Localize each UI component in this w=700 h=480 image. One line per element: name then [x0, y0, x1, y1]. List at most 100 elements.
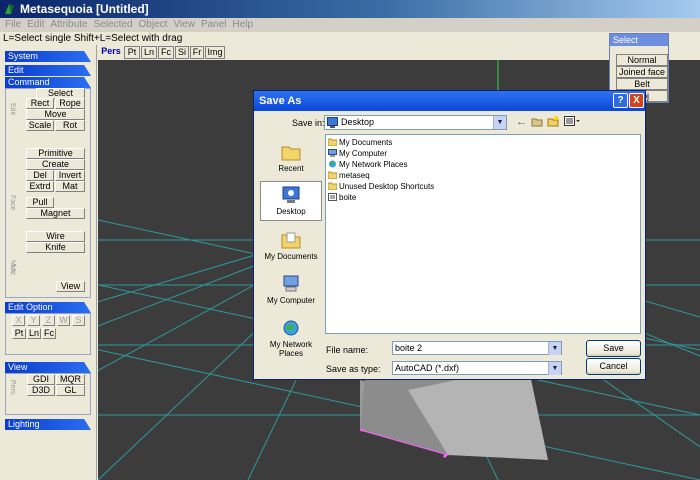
gl-button[interactable]: GL — [56, 385, 85, 396]
list-item[interactable]: My Network Places — [328, 159, 407, 170]
select-normal-button[interactable]: Normal — [616, 54, 668, 66]
hint-bar: L=Select single Shift+L=Select with drag — [0, 32, 700, 45]
del-button[interactable]: Del — [26, 170, 54, 181]
menu-file[interactable]: File — [2, 18, 24, 31]
section-edit-option[interactable]: Edit Option — [5, 302, 91, 313]
rot-button[interactable]: Rot — [55, 120, 85, 131]
tab-si[interactable]: Si — [175, 46, 189, 59]
knife-button[interactable]: Knife — [26, 242, 85, 253]
create-button[interactable]: Create — [26, 159, 85, 170]
window-title: Metasequoia [Untitled] — [20, 2, 149, 16]
ln-toggle[interactable]: Ln — [27, 328, 41, 339]
menu-attribute[interactable]: Attribute — [47, 18, 90, 31]
tab-ln[interactable]: Ln — [141, 46, 157, 59]
section-command[interactable]: Command — [5, 77, 91, 88]
fc-toggle[interactable]: Fc — [42, 328, 56, 339]
axis-z-toggle[interactable]: Z — [42, 315, 55, 326]
menu-panel[interactable]: Panel — [198, 18, 230, 31]
save-in-label: Save in: — [292, 118, 325, 128]
tab-pers[interactable]: Pers — [100, 46, 122, 59]
rect-button[interactable]: Rect — [26, 98, 54, 109]
file-name-field[interactable]: boite 2 ▼ — [392, 341, 562, 355]
place-desktop[interactable]: Desktop — [260, 181, 322, 221]
tab-img[interactable]: Img — [205, 46, 225, 59]
mat-button[interactable]: Mat — [55, 181, 85, 192]
menu-view[interactable]: View — [170, 18, 198, 31]
section-lighting[interactable]: Lighting — [5, 419, 91, 430]
menu-edit[interactable]: Edit — [24, 18, 47, 31]
screen-s-toggle[interactable]: S — [72, 315, 85, 326]
scale-button[interactable]: Scale — [26, 120, 54, 131]
place-my-network-places[interactable]: My Network Places — [260, 315, 322, 358]
mqr-button[interactable]: MQR — [56, 374, 85, 385]
tab-fc[interactable]: Fc — [158, 46, 174, 59]
place-recent[interactable]: Recent — [260, 139, 322, 173]
gdi-button[interactable]: GDI — [27, 374, 55, 385]
extrd-button[interactable]: Extrd — [26, 181, 54, 192]
section-system[interactable]: System — [5, 51, 91, 62]
tab-fr[interactable]: Fr — [190, 46, 204, 59]
save-button[interactable]: Save — [586, 340, 641, 357]
place-my-computer-label: My Computer — [266, 296, 315, 305]
menu-object[interactable]: Object — [136, 18, 171, 31]
menu-selected[interactable]: Selected — [91, 18, 136, 31]
up-folder-icon[interactable] — [531, 116, 543, 127]
list-item[interactable]: Unused Desktop Shortcuts — [328, 181, 434, 192]
dialog-title-bar: Save As ? X — [254, 91, 645, 111]
invert-button[interactable]: Invert — [55, 170, 85, 181]
file-list[interactable]: My Documents My Computer My Network Plac… — [325, 134, 641, 334]
list-item[interactable]: boite — [328, 192, 356, 203]
file-name-label: File name: — [326, 345, 369, 355]
place-desktop-label: Desktop — [276, 207, 306, 216]
folder-icon — [328, 171, 337, 179]
move-button[interactable]: Move — [26, 109, 85, 120]
select-palette-title: Select — [610, 34, 668, 46]
select-joined-face-button[interactable]: Joined face — [616, 66, 668, 78]
list-item[interactable]: My Computer — [328, 148, 387, 159]
section-view[interactable]: View — [5, 362, 91, 373]
menu-help[interactable]: Help — [230, 18, 257, 31]
primitive-button[interactable]: Primitive — [26, 148, 85, 159]
label-pers-group: Pers. — [9, 380, 16, 397]
close-button[interactable]: X — [629, 93, 644, 108]
wire-button[interactable]: Wire — [26, 231, 85, 242]
documents-folder-icon — [328, 138, 337, 146]
place-my-documents[interactable]: My Documents — [260, 227, 322, 261]
d3d-button[interactable]: D3D — [27, 385, 55, 396]
network-globe-icon — [329, 160, 336, 168]
select-belt-button[interactable]: Belt — [616, 78, 668, 90]
tab-pt[interactable]: Pt — [124, 46, 140, 59]
places-bar: Recent Desktop My Documents My Computer … — [258, 133, 324, 374]
chevron-down-icon: ▼ — [548, 362, 561, 375]
magnet-button[interactable]: Magnet — [26, 208, 85, 219]
computer-icon — [283, 275, 299, 292]
cancel-button[interactable]: Cancel — [586, 358, 641, 375]
save-in-dropdown[interactable]: Desktop ▼ — [324, 115, 507, 130]
chevron-down-icon[interactable]: ▼ — [548, 342, 561, 355]
view-button[interactable]: View — [56, 281, 85, 292]
list-item[interactable]: My Documents — [328, 137, 392, 148]
list-item[interactable]: metaseq — [328, 170, 370, 181]
label-edit-group: Edit — [9, 103, 16, 116]
title-bar: Metasequoia [Untitled] — [0, 0, 700, 18]
axis-x-toggle[interactable]: X — [12, 315, 25, 326]
axis-y-toggle[interactable]: Y — [27, 315, 40, 326]
computer-icon — [328, 149, 337, 157]
place-my-computer[interactable]: My Computer — [260, 271, 322, 305]
network-globe-icon — [283, 320, 299, 336]
command-panel: System Edit Command Edit Face UV Select … — [0, 45, 97, 480]
world-w-toggle[interactable]: W — [57, 315, 70, 326]
back-icon[interactable]: ← — [516, 116, 527, 128]
label-misc-group: Misc. — [9, 260, 16, 277]
help-button[interactable]: ? — [613, 93, 628, 108]
new-folder-icon[interactable] — [547, 116, 559, 127]
file-name-value: boite 2 — [395, 343, 423, 353]
rope-button[interactable]: Rope — [55, 98, 85, 109]
section-edit[interactable]: Edit — [5, 65, 91, 76]
folder-icon — [328, 182, 337, 190]
view-menu-icon[interactable] — [564, 116, 580, 127]
pt-toggle[interactable]: Pt — [12, 328, 26, 339]
pull-button[interactable]: Pull — [26, 197, 54, 208]
label-face-group: Face — [9, 195, 16, 211]
save-as-type-dropdown[interactable]: AutoCAD (*.dxf) ▼ — [392, 361, 562, 375]
